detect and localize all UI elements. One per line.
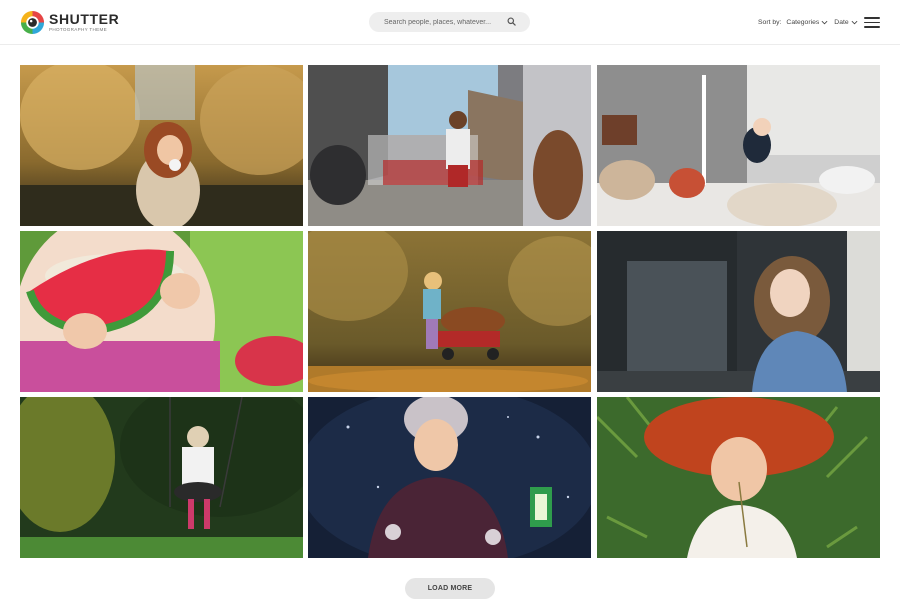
search-input[interactable]	[384, 14, 509, 30]
site-logo[interactable]: SHUTTER PHOTOGRAPHY THEME	[20, 9, 119, 36]
sort-categories-label: Categories	[786, 18, 820, 26]
chevron-down-icon	[851, 20, 858, 24]
gallery-photo[interactable]	[308, 65, 591, 226]
gallery-photo[interactable]	[20, 231, 303, 392]
sort-date-dropdown[interactable]: Date	[834, 18, 858, 26]
load-more-button[interactable]: LOAD MORE	[405, 578, 495, 599]
menu-line	[864, 17, 880, 19]
gallery-photo[interactable]	[597, 65, 880, 226]
gallery-photo[interactable]	[20, 397, 303, 558]
gallery-photo[interactable]	[597, 397, 880, 558]
sort-controls: Sort by: Categories Date	[758, 17, 858, 27]
sort-by-label: Sort by:	[758, 18, 782, 26]
gallery-photo[interactable]	[308, 231, 591, 392]
brand-tagline: PHOTOGRAPHY THEME	[49, 27, 107, 32]
sort-date-label: Date	[834, 18, 849, 26]
menu-line	[864, 21, 880, 24]
sort-categories-dropdown[interactable]: Categories	[786, 19, 828, 26]
photo-gallery	[20, 65, 880, 558]
menu-line	[864, 26, 880, 28]
gallery-photo[interactable]	[20, 65, 303, 226]
brand-name: SHUTTER	[49, 11, 120, 27]
search-icon[interactable]	[507, 17, 516, 26]
search-bar	[369, 12, 530, 32]
hamburger-menu-icon[interactable]	[864, 16, 880, 28]
gallery-photo[interactable]	[308, 397, 591, 558]
camera-aperture-logo-icon	[20, 10, 45, 35]
top-header: SHUTTER PHOTOGRAPHY THEME Sort by: Categ…	[0, 0, 900, 45]
gallery-photo[interactable]	[597, 231, 880, 392]
chevron-down-icon	[821, 20, 828, 24]
